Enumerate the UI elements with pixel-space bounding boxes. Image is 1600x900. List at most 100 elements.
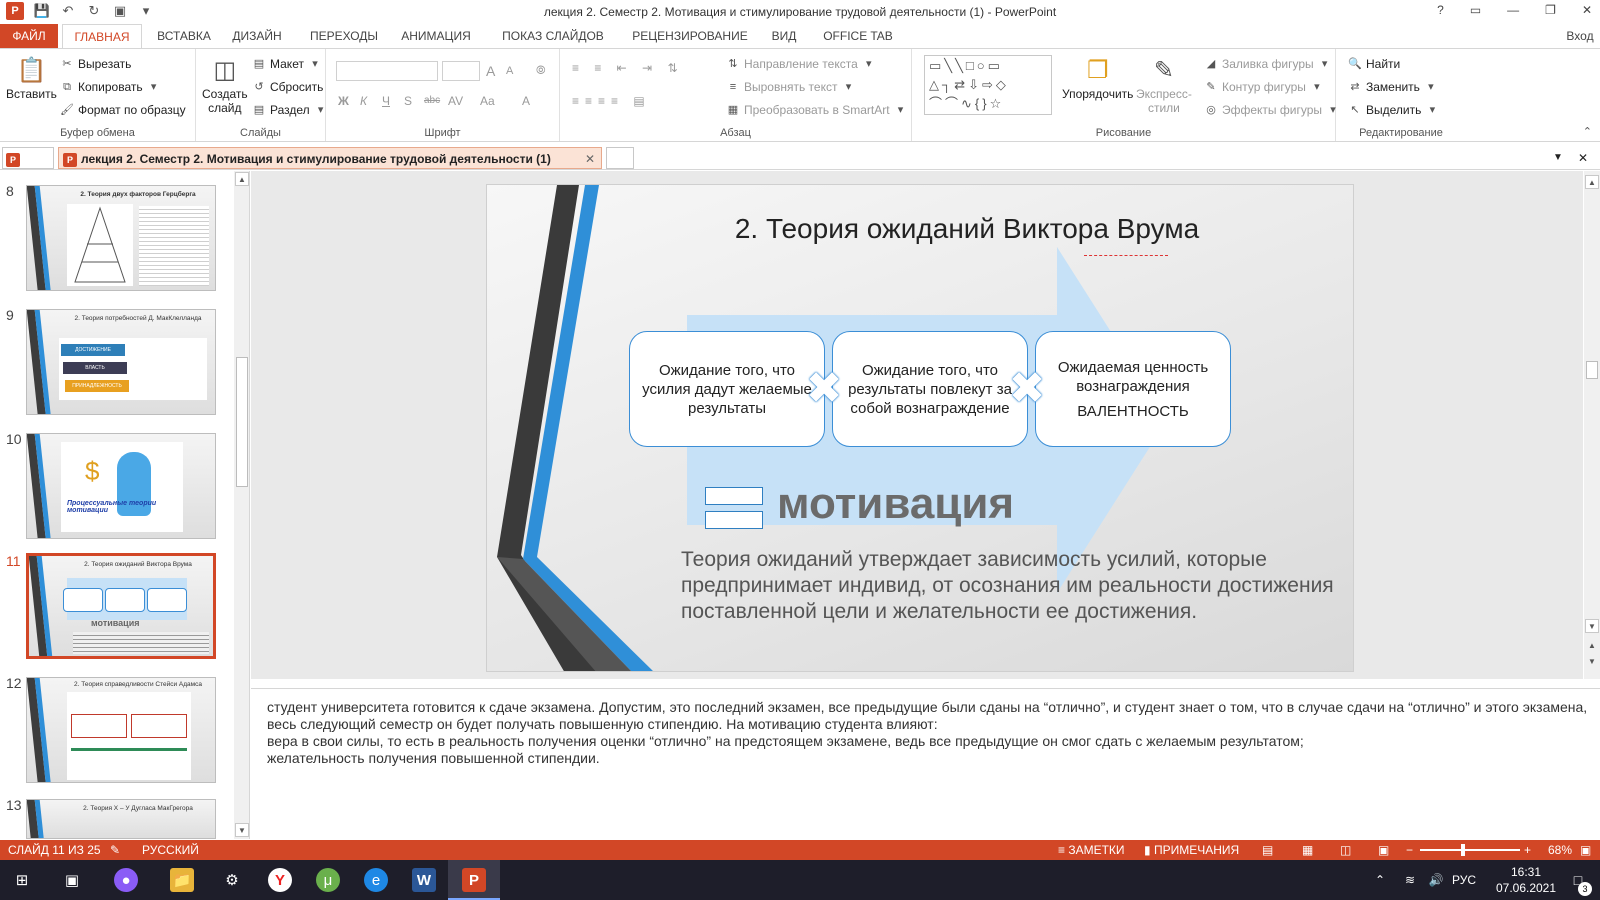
tab-list-dropdown-icon[interactable]: ▼ xyxy=(1548,147,1568,169)
volume-icon[interactable]: 🔊 xyxy=(1424,868,1448,892)
thumbnail-slide-13[interactable]: 2. Теория Х – У Дугласа МакГрегора xyxy=(26,799,216,839)
new-doc-tab-button[interactable]: P xyxy=(2,147,54,169)
motivation-word[interactable]: мотивация xyxy=(777,479,1014,529)
tab-slideshow[interactable]: ПОКАЗ СЛАЙДОВ xyxy=(494,24,612,48)
slide-body-text[interactable]: Теория ожиданий утверждает зависимость у… xyxy=(681,547,1341,625)
help-button[interactable]: ? xyxy=(1437,3,1444,17)
scroll-up-icon[interactable]: ▲ xyxy=(235,172,249,186)
scrollbar-thumb[interactable] xyxy=(1586,361,1598,379)
next-slide-icon[interactable]: ▼ xyxy=(1585,655,1599,669)
shadow-button[interactable]: S xyxy=(404,94,412,108)
comments-toggle[interactable]: ▮ ПРИМЕЧАНИЯ xyxy=(1144,843,1239,857)
thumbnail-slide-8[interactable]: 2. Теория двух факторов Герцберга xyxy=(26,185,216,291)
speaker-notes[interactable]: студент университета готовится к сдаче э… xyxy=(251,688,1600,838)
list-buttons[interactable]: ≡ ≡ ⇤ ⇥ ⇅ xyxy=(572,61,684,75)
wifi-icon[interactable]: ≋ xyxy=(1398,868,1422,892)
close-doc-tab-button[interactable]: ✕ xyxy=(585,148,595,168)
cut-button[interactable]: ✂ Вырезать xyxy=(60,57,131,71)
file-explorer-icon[interactable]: 📁 xyxy=(170,868,194,892)
zoom-level[interactable]: 68% xyxy=(1548,843,1572,857)
layout-button[interactable]: ▤ Макет ▾ xyxy=(252,57,322,71)
utorrent-icon[interactable]: μ xyxy=(316,868,340,892)
align-buttons[interactable]: ≡≡≡≡ ▤ xyxy=(572,94,651,108)
underline-button[interactable]: Ч xyxy=(382,94,390,108)
thumbnail-slide-9[interactable]: 2. Теория потребностей Д. МакКлелланда Д… xyxy=(26,309,216,415)
slideshow-view-icon[interactable]: ▣ xyxy=(1378,843,1389,857)
quick-styles-button[interactable]: ✎ Экспресс- стили xyxy=(1136,55,1192,115)
strikethrough-button[interactable]: abc xyxy=(424,95,440,106)
current-slide[interactable]: 2. Теория ожиданий Виктора Врума Ожидани… xyxy=(486,184,1354,672)
scrollbar-thumb[interactable] xyxy=(236,357,248,487)
char-spacing-button[interactable]: AV xyxy=(448,94,463,108)
ribbon-display-icon[interactable]: ▭ xyxy=(1470,3,1481,17)
zoom-out-button[interactable]: − xyxy=(1406,843,1413,857)
windows-start-icon[interactable]: ⊞ xyxy=(10,868,34,892)
new-slide-button[interactable]: ◫ Создать слайд xyxy=(202,55,248,115)
paste-button[interactable]: 📋 Вставить xyxy=(6,55,57,101)
select-button[interactable]: ↖ Выделить ▾ xyxy=(1348,103,1439,117)
bold-button[interactable]: Ж xyxy=(338,94,349,108)
tab-view[interactable]: ВИД xyxy=(766,24,802,48)
clear-format-icon[interactable]: ⦾ xyxy=(536,63,546,78)
align-text-button[interactable]: ≡ Выровнять текст ▾ xyxy=(726,80,855,94)
alice-assistant-icon[interactable]: ● xyxy=(114,868,138,892)
font-color-button[interactable]: A xyxy=(522,94,530,108)
replace-button[interactable]: ⇄ Заменить ▾ xyxy=(1348,80,1438,94)
section-button[interactable]: ▤ Раздел ▾ xyxy=(252,103,328,117)
notes-toggle[interactable]: ≡ ЗАМЕТКИ xyxy=(1058,843,1125,857)
slide-title[interactable]: 2. Теория ожиданий Виктора Врума xyxy=(667,213,1267,245)
tab-office-tab[interactable]: OFFICE TAB xyxy=(818,24,898,48)
powerpoint-icon[interactable]: P xyxy=(462,868,486,892)
clock[interactable]: 16:31 07.06.2021 xyxy=(1490,864,1562,896)
fit-slide-icon[interactable]: ▣ xyxy=(1580,843,1591,857)
signin-link[interactable]: Вход xyxy=(1560,24,1600,48)
word-icon[interactable]: W xyxy=(412,868,436,892)
tab-review[interactable]: РЕЦЕНЗИРОВАНИЕ xyxy=(626,24,754,48)
thumbnail-slide-12[interactable]: 2. Теория справедливости Стейси Адамса xyxy=(26,677,216,783)
active-doc-tab[interactable]: Pлекция 2. Семестр 2. Мотивация и стимул… xyxy=(58,147,602,169)
restore-button[interactable]: ❐ xyxy=(1545,3,1556,17)
zoom-slider-thumb[interactable] xyxy=(1461,844,1465,856)
shrink-font-button[interactable]: A xyxy=(506,65,513,77)
scroll-down-icon[interactable]: ▼ xyxy=(235,823,249,837)
reset-button[interactable]: ↺ Сбросить xyxy=(252,80,323,94)
close-all-tabs-button[interactable]: ✕ xyxy=(1572,147,1594,169)
previous-slide-icon[interactable]: ▲ xyxy=(1585,639,1599,653)
task-view-icon[interactable]: ▣ xyxy=(60,868,84,892)
tab-design[interactable]: ДИЗАЙН xyxy=(226,24,288,48)
close-button[interactable]: ✕ xyxy=(1582,3,1592,17)
copy-button[interactable]: ⧉ Копировать ▾ xyxy=(60,80,161,94)
arrange-button[interactable]: ❐ Упорядочить xyxy=(1062,55,1133,101)
thumbnail-slide-10[interactable]: $ Процессуальные теории мотивации xyxy=(26,433,216,539)
editor-scrollbar[interactable]: ▲ ▼ ▲ ▼ xyxy=(1584,171,1600,679)
change-case-button[interactable]: Aa xyxy=(480,94,495,108)
tab-insert[interactable]: ВСТАВКА xyxy=(148,24,220,48)
smartart-button[interactable]: ▦ Преобразовать в SmartArt ▾ xyxy=(726,103,908,117)
tab-home[interactable]: ГЛАВНАЯ xyxy=(62,24,142,49)
keyboard-language[interactable]: РУС xyxy=(1452,873,1476,887)
zoom-in-button[interactable]: + xyxy=(1524,843,1531,857)
minimize-button[interactable]: — xyxy=(1507,3,1519,17)
thumbnails-scrollbar[interactable]: ▲ ▼ xyxy=(234,171,249,839)
scroll-down-icon[interactable]: ▼ xyxy=(1585,619,1599,633)
tab-file[interactable]: ФАЙЛ xyxy=(0,24,58,48)
shape-outline-button[interactable]: ✎ Контур фигуры ▾ xyxy=(1204,80,1324,94)
add-tab-button[interactable] xyxy=(606,147,634,169)
expectancy-box-3[interactable]: Ожидаемая ценность вознаграждения ВАЛЕНТ… xyxy=(1035,331,1231,447)
edge-browser-icon[interactable]: e xyxy=(364,868,388,892)
yandex-browser-icon[interactable]: Y xyxy=(268,868,292,892)
slide-sorter-icon[interactable]: ▦ xyxy=(1302,843,1313,857)
find-button[interactable]: 🔍 Найти xyxy=(1348,57,1400,71)
tab-transitions[interactable]: ПЕРЕХОДЫ xyxy=(306,24,382,48)
normal-view-icon[interactable]: ▤ xyxy=(1262,843,1273,857)
expectancy-box-2[interactable]: Ожидание того, что результаты повлекут з… xyxy=(832,331,1028,447)
language-indicator[interactable]: РУССКИЙ xyxy=(142,843,199,857)
shape-effects-button[interactable]: ◎ Эффекты фигуры ▾ xyxy=(1204,103,1340,117)
thumbnail-slide-11[interactable]: 2. Теория ожиданий Виктора Врума мотивац… xyxy=(26,553,216,659)
steam-icon[interactable]: ⚙ xyxy=(220,868,244,892)
collapse-ribbon-icon[interactable]: ⌃ xyxy=(1583,125,1592,138)
zoom-slider[interactable] xyxy=(1420,844,1520,856)
font-family-select[interactable] xyxy=(336,61,438,81)
tray-chevron-icon[interactable]: ⌃ xyxy=(1368,868,1392,892)
font-size-select[interactable] xyxy=(442,61,480,81)
